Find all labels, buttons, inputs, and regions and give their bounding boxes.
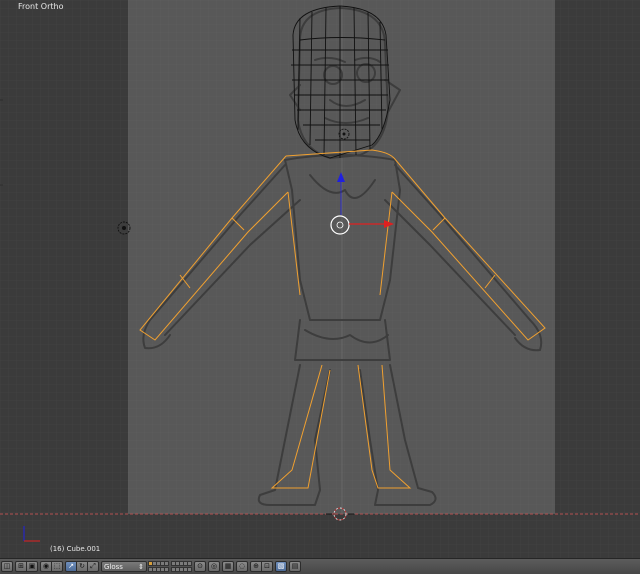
active-object-label: (16) Cube.001 <box>50 545 101 553</box>
layer-15-button[interactable] <box>187 561 192 566</box>
translate-icon: ↗ <box>68 562 74 570</box>
layer-buttons <box>148 561 192 572</box>
manipulator-group: ↗ ↻ ⤢ <box>65 561 99 572</box>
pivot-group: ◉ ⬚ <box>40 561 63 572</box>
layer-20-button[interactable] <box>187 567 192 572</box>
viewport-header: ◫ ⊞ ▣ ◉ ⬚ ↗ ↻ ⤢ Gloss ⇕ ⊙ ◎ ▦ ◌ ⊕ ⊡ ▧ ▤ <box>0 558 640 574</box>
object-mode-button[interactable]: ▣ <box>26 561 38 572</box>
snap-element-icon: ⊡ <box>264 562 270 570</box>
scale-icon: ⤢ <box>90 562 96 570</box>
transform-orientation-select[interactable]: Gloss ⇕ <box>101 561 147 572</box>
opengl-render-icon: ▤ <box>291 562 299 570</box>
3d-viewport[interactable]: Front Ortho (16) Cube.001 <box>0 0 640 558</box>
snap-button[interactable]: ⬚ <box>51 561 63 572</box>
camera-icon: ◎ <box>210 562 218 570</box>
view-name-label: Front Ortho <box>18 2 64 11</box>
pivot-icon: ◉ <box>42 562 50 570</box>
render-preview-button[interactable]: ▧ <box>275 561 287 572</box>
editor-type-icon: ◫ <box>3 562 11 570</box>
viewport-canvas[interactable] <box>0 0 640 558</box>
object-mode-icon: ▣ <box>28 562 36 570</box>
magnet-icon: ⊕ <box>253 562 259 570</box>
lock-layers-button[interactable]: ⊙ <box>194 561 206 572</box>
render-preview-icon: ▧ <box>277 562 285 570</box>
menu-icon: ⊞ <box>18 562 24 570</box>
camera-view-button[interactable]: ◎ <box>208 561 220 572</box>
snap-tools-group: ⊕ ⊡ <box>250 561 273 572</box>
proportional-edit-button[interactable]: ◌ <box>236 561 248 572</box>
opengl-render-button[interactable]: ▤ <box>289 561 301 572</box>
lock-icon: ⊙ <box>197 562 203 570</box>
chevron-updown-icon: ⇕ <box>138 562 144 571</box>
render-button[interactable]: ▦ <box>222 561 234 572</box>
snap-icon: ⬚ <box>53 562 61 570</box>
manipulator-scale-button[interactable]: ⤢ <box>87 561 99 572</box>
rotate-icon: ↻ <box>79 562 85 570</box>
view-menu-group: ⊞ ▣ <box>15 561 38 572</box>
render-icon: ▦ <box>224 562 232 570</box>
editor-type-button[interactable]: ◫ <box>1 561 13 572</box>
transform-orientation-value: Gloss <box>104 562 123 571</box>
proportional-edit-icon: ◌ <box>238 562 246 570</box>
snap-element-button[interactable]: ⊡ <box>261 561 273 572</box>
